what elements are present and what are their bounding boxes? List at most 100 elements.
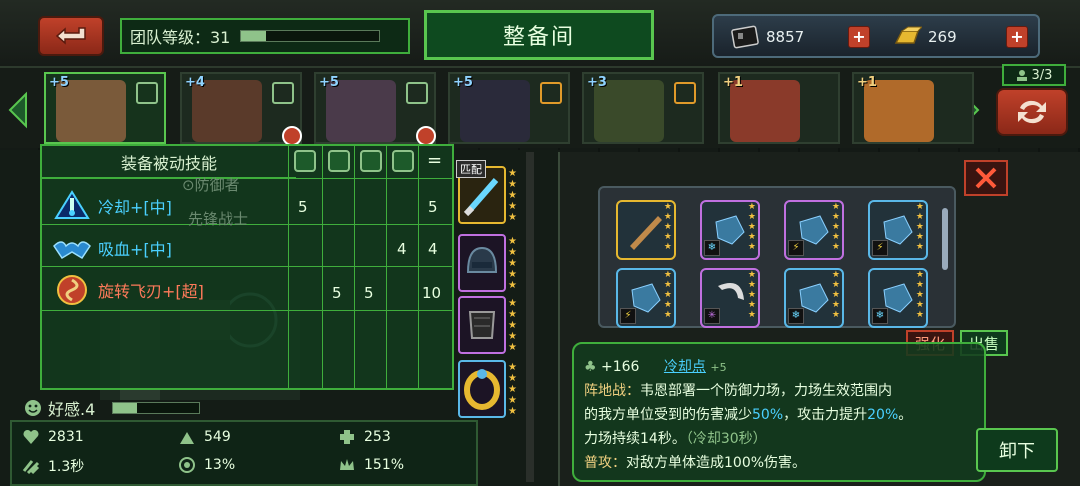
cell-r3-total: 10: [422, 284, 442, 302]
helmet-icon: [466, 246, 498, 273]
class-person-icon: [136, 82, 158, 104]
slot4-stars: ★ ★ ★ ★ ★: [508, 362, 517, 417]
thermometer-icon: [54, 190, 90, 219]
inventory-item[interactable]: ⚡ ★ ★ ★ ★ ★: [784, 200, 844, 260]
col-ring-icon: [392, 150, 414, 172]
team-level-progress: [240, 30, 381, 42]
team-level-label: 团队等级：31: [130, 28, 231, 47]
equip-slot-helmet[interactable]: [458, 234, 506, 292]
item-stars: ★ ★ ★ ★ ★: [831, 270, 840, 320]
slot1-stars: ★ ★ ★ ★ ★: [508, 168, 517, 223]
item-stars: ★ ★ ★ ★ ★: [831, 202, 840, 252]
gold-resource: 269: [892, 24, 957, 50]
stat-speed-value: 1.3秒: [48, 459, 85, 475]
gold-bar-icon: [894, 26, 922, 44]
match-tag: 匹配: [456, 160, 486, 178]
person-icon: [1016, 70, 1027, 81]
item-stars: ★ ★ ★ ★ ★: [747, 270, 756, 320]
close-button[interactable]: [964, 160, 1008, 196]
unequip-button[interactable]: 卸下: [976, 428, 1058, 472]
skill-name-2: 吸血+[中]: [98, 240, 172, 259]
stat-hp-value: 2831: [48, 429, 84, 445]
heart-icon: [23, 429, 39, 444]
smile-icon: [25, 400, 41, 416]
stat-attack-value: 549: [204, 429, 231, 445]
item-header: ♣ +166 冷却点 +5: [584, 356, 727, 376]
spinning-blade-icon: [57, 275, 87, 305]
hero-star-level: +3: [587, 75, 607, 90]
passive-header: 装备被动技能: [42, 146, 296, 178]
equip-slot-weapon[interactable]: 匹配: [456, 160, 506, 224]
class-person-icon: [406, 82, 428, 104]
stat-crit-dmg-value: 151%: [364, 457, 405, 473]
class-arrow-icon: [540, 82, 562, 104]
skill-row-3: 旋转飞刃+[超]: [52, 272, 204, 308]
class-person-icon: [272, 82, 294, 104]
item-description: ♣ +166 冷却点 +5 阵地战：韦恩部署一个防御力场，力场生效范围内 的我方…: [572, 342, 986, 482]
hero-card[interactable]: +1: [852, 72, 974, 144]
add-resource1-button[interactable]: +: [848, 26, 870, 48]
inventory-item[interactable]: ❄ ★ ★ ★ ★ ★: [868, 268, 928, 328]
inventory-item[interactable]: ❄ ★ ★ ★ ★ ★: [700, 200, 760, 260]
stat-hp: 2831: [22, 428, 84, 446]
desc-line-2: 的我方单位受到的伤害减少50%，攻击力提升20%。: [584, 407, 913, 423]
hero-stats: 2831 549 253 1.3秒 13% 151%: [10, 420, 478, 486]
favor-display: 好感.4: [24, 396, 95, 420]
scroll-left-icon[interactable]: [4, 90, 32, 130]
stat-defense-value: 253: [364, 429, 391, 445]
favor-progress: [112, 402, 200, 414]
stat-defense: 253: [338, 428, 391, 446]
inventory-item[interactable]: ❄ ★ ★ ★ ★ ★: [784, 268, 844, 328]
col-attack-icon: [294, 150, 316, 172]
element-chip-icon: ⚡: [788, 240, 804, 256]
class-arrow-icon: [674, 82, 696, 104]
add-resource2-button[interactable]: +: [1006, 26, 1028, 48]
gear-resource: 8857: [730, 24, 804, 50]
hero-star-level: +5: [319, 75, 339, 90]
swap-hero-button[interactable]: [996, 88, 1068, 136]
item-stars: ★ ★ ★ ★ ★: [663, 270, 672, 320]
hero-card[interactable]: +1: [718, 72, 840, 144]
inventory-item[interactable]: ✳ ★ ★ ★ ★ ★: [700, 268, 760, 328]
back-arrow-icon: [55, 27, 86, 45]
bat-icon: [53, 241, 91, 260]
item-level: +5: [710, 361, 727, 374]
stat-crit-value: 13%: [204, 457, 236, 473]
inventory-item[interactable]: ⚡ ★ ★ ★ ★ ★: [616, 268, 676, 328]
hero-count: 3/3: [1002, 64, 1066, 86]
item-stars: ★ ★ ★ ★ ★: [915, 270, 924, 320]
inventory-scrollbar[interactable]: [942, 208, 948, 270]
inventory-item[interactable]: ⚡ ★ ★ ★ ★ ★: [868, 200, 928, 260]
favor-label: 好感.4: [48, 400, 96, 419]
ring-icon: [464, 369, 500, 410]
col-armor-icon: [360, 150, 382, 172]
col-shield-icon: [328, 150, 350, 172]
inventory-item[interactable]: ★ ★ ★ ★ ★: [616, 200, 676, 260]
cell-r3c3: 5: [364, 284, 374, 302]
element-chip-icon: ❄: [788, 308, 804, 324]
hero-count-value: 3/3: [1031, 67, 1053, 83]
equip-slot-armor[interactable]: [458, 296, 506, 354]
crown-icon: [340, 459, 354, 470]
resource1-value: 8857: [766, 28, 805, 46]
total-eq-sign: =: [427, 150, 443, 171]
hero-card[interactable]: +5: [448, 72, 570, 144]
resource2-value: 269: [928, 28, 957, 46]
hero-card[interactable]: +5: [44, 72, 166, 144]
hero-star-level: +4: [185, 75, 205, 90]
desc-line-4: 普攻：对敌方单体造成100%伤害。: [584, 455, 807, 471]
hero-star-level: +1: [723, 75, 743, 90]
back-button[interactable]: [38, 16, 104, 56]
hero-card[interactable]: +3: [582, 72, 704, 144]
item-stars: ★ ★ ★ ★ ★: [915, 202, 924, 252]
cell-r2-total: 4: [428, 240, 438, 258]
slot-rail: [526, 152, 534, 482]
page-title: 整备间: [424, 10, 654, 60]
item-name[interactable]: 冷却点: [664, 359, 706, 375]
stat-speed: 1.3秒: [22, 456, 84, 476]
equip-slot-ring[interactable]: [458, 360, 506, 418]
stat-crit: 13%: [178, 456, 235, 474]
item-stars: ★ ★ ★ ★ ★: [663, 202, 672, 252]
alert-icon: [416, 126, 436, 146]
team-level-box: 团队等级：31: [120, 18, 410, 54]
